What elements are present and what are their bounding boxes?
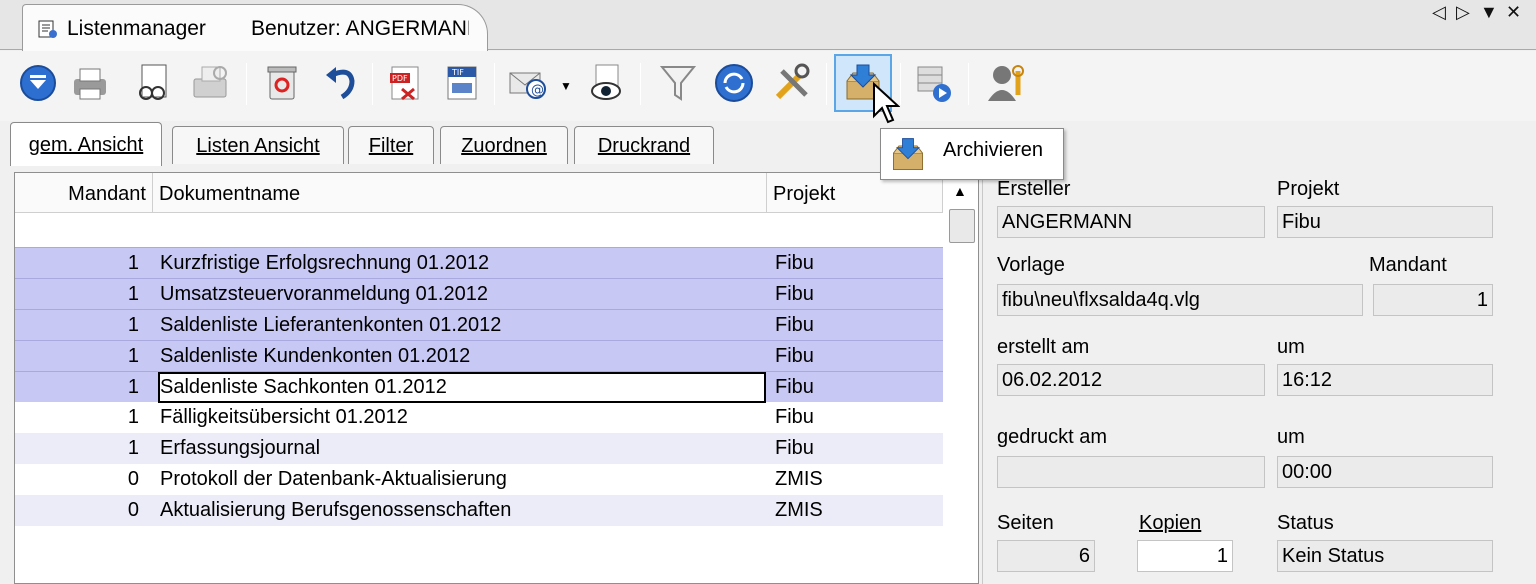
gedruckt-am-label: gedruckt am [997, 426, 1108, 448]
erstellt-um-label: um [1277, 336, 1305, 358]
mouse-cursor-icon [873, 82, 900, 124]
svg-text:PDF: PDF [392, 74, 408, 83]
scrollbar-thumb[interactable] [949, 209, 975, 243]
toolbar: PDF TIF @ ▼ [0, 51, 1536, 121]
seiten-field: 6 [997, 540, 1095, 572]
column-dokumentname[interactable]: Dokumentname [153, 173, 767, 213]
refresh-icon [715, 64, 753, 102]
document-tab[interactable]: Listenmanager Benutzer: ANGERMANN [22, 4, 488, 51]
tools-icon [775, 63, 810, 100]
user-settings-icon [988, 65, 1024, 101]
tools-button[interactable] [766, 57, 818, 109]
status-label: Status [1277, 512, 1334, 534]
table-row[interactable]: 1 Umsatzsteuervoranmeldung 01.2012 Fibu [15, 278, 943, 309]
tif-export-button[interactable]: TIF [436, 57, 488, 109]
tab-title: Listenmanager [67, 17, 206, 40]
detail-panel: Ersteller ANGERMANN Projekt Fibu Vorlage… [982, 172, 1536, 584]
gedruckt-um-field: 00:00 [1277, 456, 1493, 488]
projekt-field: Fibu [1277, 206, 1493, 238]
email-button[interactable]: @ [502, 57, 554, 109]
table-row-empty[interactable] [15, 213, 943, 244]
table-row[interactable]: 1 Kurzfristige Erfolgsrechnung 01.2012 Fib… [15, 247, 943, 278]
table-row[interactable]: 1 Saldenliste Sachkonten 01.2012 Fibu [15, 371, 943, 403]
status-field: Kein Status [1277, 540, 1493, 572]
vorlage-label: Vorlage [997, 254, 1065, 276]
user-settings-button[interactable] [980, 57, 1032, 109]
view-icon [591, 64, 621, 100]
pdf-export-icon: PDF [390, 66, 419, 101]
gedruckt-um-label: um [1277, 426, 1305, 448]
batch-process-button[interactable] [908, 57, 960, 109]
table-row[interactable]: 1 Erfassungsjournal Fibu [15, 433, 943, 464]
table-row[interactable]: 1 Saldenliste Kundenkonten 01.2012 Fibu [15, 340, 943, 371]
tooltip-text: Archivieren [943, 139, 1044, 161]
projekt-label: Projekt [1277, 178, 1340, 200]
erstellt-um-field: 16:12 [1277, 364, 1493, 396]
tab-druckrand[interactable]: Druckrand [574, 126, 714, 164]
tab-gem-ansicht[interactable]: gem. Ansicht [10, 122, 162, 166]
dropdown-menu-button[interactable] [12, 57, 64, 109]
kopien-input[interactable]: 1 [1137, 540, 1233, 572]
archive-tooltip: Archivieren [880, 128, 1064, 180]
close-icon[interactable]: ✕ [1506, 2, 1521, 23]
refresh-button[interactable] [708, 57, 760, 109]
tif-export-icon: TIF [447, 66, 477, 100]
delete-button[interactable] [256, 57, 308, 109]
tab-zuordnen[interactable]: Zuordnen [440, 126, 568, 164]
view-button[interactable] [580, 57, 632, 109]
email-icon: @ [509, 72, 546, 99]
tab-filter[interactable]: Filter [348, 126, 434, 164]
svg-text:@: @ [531, 83, 544, 98]
seiten-label: Seiten [997, 512, 1054, 534]
document-list: Mandant Dokumentname Projekt 1 Kurzfristi… [14, 172, 979, 584]
window-menu-icon[interactable]: ▼ [1480, 2, 1498, 23]
erstellt-am-label: erstellt am [997, 336, 1090, 358]
pdf-export-button[interactable]: PDF [380, 57, 432, 109]
mandant-label: Mandant [1369, 254, 1447, 276]
print-preview-button[interactable] [128, 57, 180, 109]
table-row[interactable]: 0 Protokoll der Datenbank-Aktualisierung Z… [15, 464, 943, 495]
undo-icon [326, 67, 355, 100]
kopien-label: Kopien [1139, 512, 1202, 534]
erstellt-am-field: 06.02.2012 [997, 364, 1265, 396]
svg-text:TIF: TIF [451, 68, 464, 77]
vertical-scrollbar[interactable]: ▲ [947, 179, 977, 579]
grid-header: Mandant Dokumentname Projekt [15, 173, 943, 213]
mandant-field: 1 [1373, 284, 1493, 316]
scroll-left-icon[interactable]: ◁ [1432, 2, 1446, 23]
table-row[interactable]: 1 Saldenliste Lieferantenkonten 01.2012 Fi… [15, 309, 943, 340]
tab-listen-ansicht[interactable]: Listen Ansicht [172, 126, 344, 164]
delete-icon [267, 66, 297, 100]
dropdown-menu-icon [20, 65, 56, 101]
email-dropdown-icon[interactable]: ▼ [560, 79, 572, 93]
scroll-right-icon[interactable]: ▷ [1456, 2, 1470, 23]
fax-button[interactable] [184, 57, 236, 109]
column-mandant[interactable]: Mandant [15, 173, 153, 213]
stack-play-icon [917, 66, 951, 102]
scroll-up-icon[interactable]: ▲ [953, 183, 967, 199]
ersteller-label: Ersteller [997, 178, 1071, 200]
archive-icon [893, 138, 923, 170]
preview-print-icon [139, 64, 167, 100]
tab-user: Benutzer: ANGERMANN [251, 17, 469, 40]
table-row[interactable]: 1 Fälligkeitsübersicht 01.2012 Fibu [15, 402, 943, 433]
undo-button[interactable] [316, 57, 368, 109]
vorlage-field: fibu\neu\flxsalda4q.vlg [997, 284, 1363, 316]
list-manager-icon [38, 20, 57, 38]
print-button[interactable] [64, 57, 116, 109]
table-row[interactable]: 0 Aktualisierung Berufsgenossenschaften ZM… [15, 495, 943, 526]
fax-icon [193, 66, 227, 98]
filter-icon [659, 66, 697, 101]
filter-button[interactable] [652, 57, 704, 109]
ersteller-field: ANGERMANN [997, 206, 1265, 238]
printer-icon [74, 68, 106, 100]
document-tab-strip: Listenmanager Benutzer: ANGERMANN ◁ ▷ ▼ … [0, 0, 1536, 51]
gedruckt-am-field [997, 456, 1265, 488]
